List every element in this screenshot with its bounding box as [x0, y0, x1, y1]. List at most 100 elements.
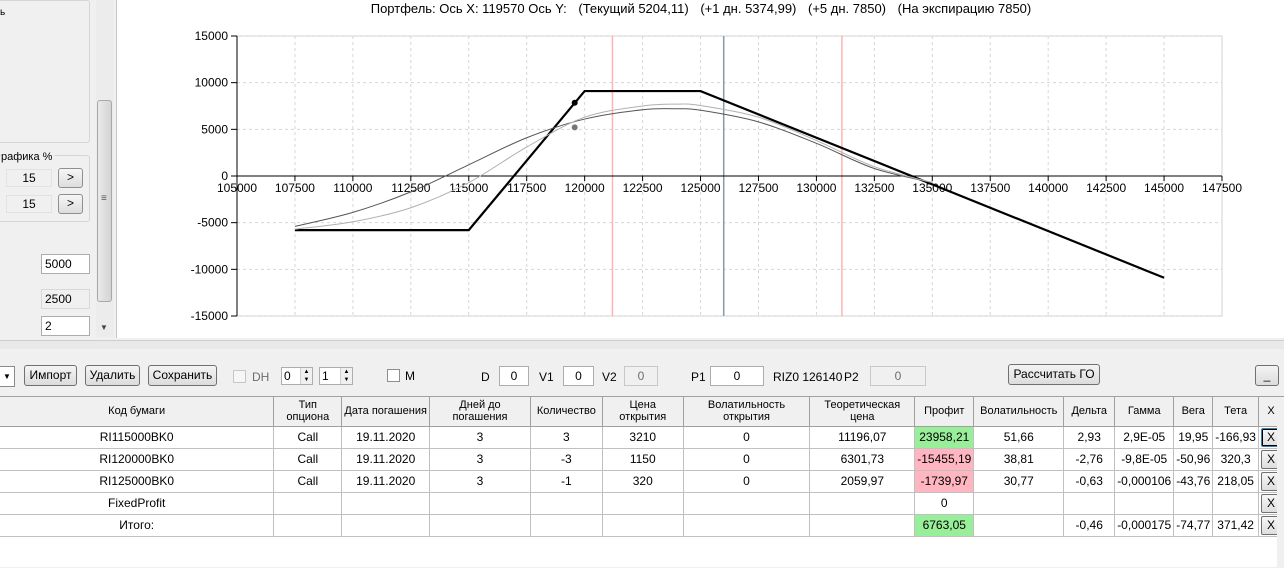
column-header-open-volatility[interactable]: Волатильность открытия [683, 397, 811, 427]
cell-code[interactable]: FixedProfit [0, 492, 275, 515]
dh-checkbox[interactable] [233, 370, 246, 383]
cell-profit[interactable]: 23958,21 [914, 426, 975, 449]
cell-theta[interactable]: 218,05 [1212, 470, 1259, 493]
column-header-code[interactable]: Код бумаги [0, 397, 275, 427]
cell-open-price[interactable]: 320 [602, 470, 684, 493]
cell-code[interactable]: RI120000BK0 [0, 448, 275, 471]
splitter[interactable] [0, 340, 1284, 349]
scale-apply-button-1[interactable]: > [58, 168, 83, 188]
cell-expiry-date[interactable]: 19.11.2020 [341, 426, 431, 449]
d-input[interactable]: 0 [499, 366, 529, 386]
column-header-open-price[interactable]: Цена открытия [602, 397, 684, 427]
cell-vega[interactable] [1173, 492, 1214, 515]
cell-gamma[interactable] [1114, 492, 1175, 515]
column-header-vega[interactable]: Вега [1173, 397, 1214, 427]
column-header-delta[interactable]: Дельта [1063, 397, 1116, 427]
cell-days-to-expiry[interactable]: 3 [429, 426, 531, 449]
param-input-1[interactable]: 5000 [41, 254, 90, 274]
table-row[interactable]: RI120000BK0 Call 19.11.2020 3 -3 1150 0 6301,73… [0, 448, 1284, 471]
param-input-3[interactable]: 2 [41, 316, 90, 336]
cell-delta[interactable]: -2,76 [1063, 448, 1116, 471]
cell-option-type[interactable]: Call [273, 426, 343, 449]
spin-down-icon[interactable]: ▼ [301, 376, 312, 384]
cell-vega[interactable]: -74,77 [1173, 514, 1214, 537]
column-header-gamma[interactable]: Гамма [1114, 397, 1175, 427]
cell-open-volatility[interactable] [683, 492, 811, 515]
cell-option-type[interactable] [273, 514, 343, 537]
cell-vega[interactable]: 19,95 [1173, 426, 1214, 449]
column-header-theta[interactable]: Тета [1212, 397, 1259, 427]
spin-up-icon[interactable]: ▲ [301, 368, 312, 376]
minimize-button[interactable]: _ [1255, 365, 1279, 386]
cell-theoretical-price[interactable] [809, 514, 916, 537]
column-header-theoretical-price[interactable]: Теоретическая цена [809, 397, 916, 427]
cell-volatility[interactable]: 38,81 [973, 448, 1065, 471]
calculate-margin-button[interactable]: Рассчитать ГО [1008, 364, 1100, 385]
spin-up-icon[interactable]: ▲ [341, 368, 352, 376]
cell-volatility[interactable]: 30,77 [973, 470, 1065, 493]
table-row[interactable]: RI125000BK0 Call 19.11.2020 3 -1 320 0 2059,97-… [0, 470, 1284, 493]
spin-buttons-1[interactable]: ▲ ▼ [300, 368, 312, 384]
table-row[interactable]: RI115000BK0 Call 19.11.2020 3 3 3210 0 11196,07… [0, 426, 1284, 449]
cell-theta[interactable]: -166,93 [1212, 426, 1259, 449]
cell-open-volatility[interactable]: 0 [683, 426, 811, 449]
cell-quantity[interactable] [530, 492, 603, 515]
cell-theoretical-price[interactable] [809, 492, 916, 515]
cell-days-to-expiry[interactable]: 3 [429, 470, 531, 493]
scale-apply-button-2[interactable]: > [58, 194, 83, 214]
cell-quantity[interactable]: -1 [530, 470, 603, 493]
grid-scrollbar[interactable] [1277, 397, 1284, 568]
cell-quantity[interactable]: -3 [530, 448, 603, 471]
cell-option-type[interactable] [273, 492, 343, 515]
cell-option-type[interactable]: Call [273, 470, 343, 493]
cell-theoretical-price[interactable]: 6301,73 [809, 448, 916, 471]
cell-profit[interactable]: -1739,97 [914, 470, 975, 493]
v1-input[interactable]: 0 [563, 366, 594, 386]
cell-open-price[interactable]: 1150 [602, 448, 684, 471]
cell-open-volatility[interactable]: 0 [683, 470, 811, 493]
cell-days-to-expiry[interactable]: 3 [429, 448, 531, 471]
left-panel-scrollbar[interactable]: ≡ ▼ [96, 0, 114, 337]
cell-open-volatility[interactable] [683, 514, 811, 537]
column-header-volatility[interactable]: Волатильность [973, 397, 1065, 427]
cell-vega[interactable]: -50,96 [1173, 448, 1214, 471]
column-header-expiry-date[interactable]: Дата погашения [341, 397, 431, 427]
cell-theta[interactable] [1212, 492, 1259, 515]
column-header-profit[interactable]: Профит [914, 397, 975, 427]
delete-button[interactable]: Удалить [85, 365, 140, 386]
p1-input[interactable]: 0 [710, 366, 764, 386]
cell-days-to-expiry[interactable] [429, 514, 531, 537]
cell-open-volatility[interactable]: 0 [683, 448, 811, 471]
scroll-down-icon[interactable]: ▼ [100, 323, 108, 332]
portfolio-chart[interactable]: 15000 10000 5000 0 -5000 -10000 -15000 105000 10… [116, 0, 1284, 338]
cell-gamma[interactable]: 2,9E-05 [1114, 426, 1175, 449]
cell-days-to-expiry[interactable] [429, 492, 531, 515]
spin-input-1[interactable]: 0 ▲ ▼ [281, 367, 313, 385]
spin-buttons-2[interactable]: ▲ ▼ [340, 368, 352, 384]
cell-gamma[interactable]: -9,8E-05 [1114, 448, 1175, 471]
cell-expiry-date[interactable]: 19.11.2020 [341, 448, 431, 471]
cell-volatility[interactable] [973, 492, 1065, 515]
cell-volatility[interactable] [973, 514, 1065, 537]
cell-theta[interactable]: 371,42 [1212, 514, 1259, 537]
cell-delta[interactable]: -0,46 [1063, 514, 1116, 537]
cell-profit[interactable]: 0 [914, 492, 975, 515]
table-row[interactable]: FixedProfit 0 X [0, 492, 1284, 515]
column-header-option-type[interactable]: Тип опциона [273, 397, 343, 427]
cell-code[interactable]: Итого: [0, 514, 275, 537]
cell-delta[interactable]: 2,93 [1063, 426, 1116, 449]
cell-expiry-date[interactable] [341, 492, 431, 515]
positions-grid[interactable]: Код бумаги Тип опциона Дата погашения Дней … [0, 396, 1284, 568]
save-button[interactable]: Сохранить [148, 365, 217, 386]
cell-delta[interactable] [1063, 492, 1116, 515]
cell-open-price[interactable] [602, 492, 684, 515]
cell-option-type[interactable]: Call [273, 448, 343, 471]
cell-code[interactable]: RI115000BK0 [0, 426, 275, 449]
cell-vega[interactable]: -43,76 [1173, 470, 1214, 493]
cell-gamma[interactable]: -0,000106 [1114, 470, 1175, 493]
cell-delta[interactable]: -0,63 [1063, 470, 1116, 493]
cell-code[interactable]: RI125000BK0 [0, 470, 275, 493]
cell-quantity[interactable] [530, 514, 603, 537]
spin-input-2[interactable]: 1 ▲ ▼ [319, 367, 353, 385]
table-row[interactable]: Итого: 6763,05 -0,46 -0,000175 -74,77 371,42 X [0, 514, 1284, 537]
